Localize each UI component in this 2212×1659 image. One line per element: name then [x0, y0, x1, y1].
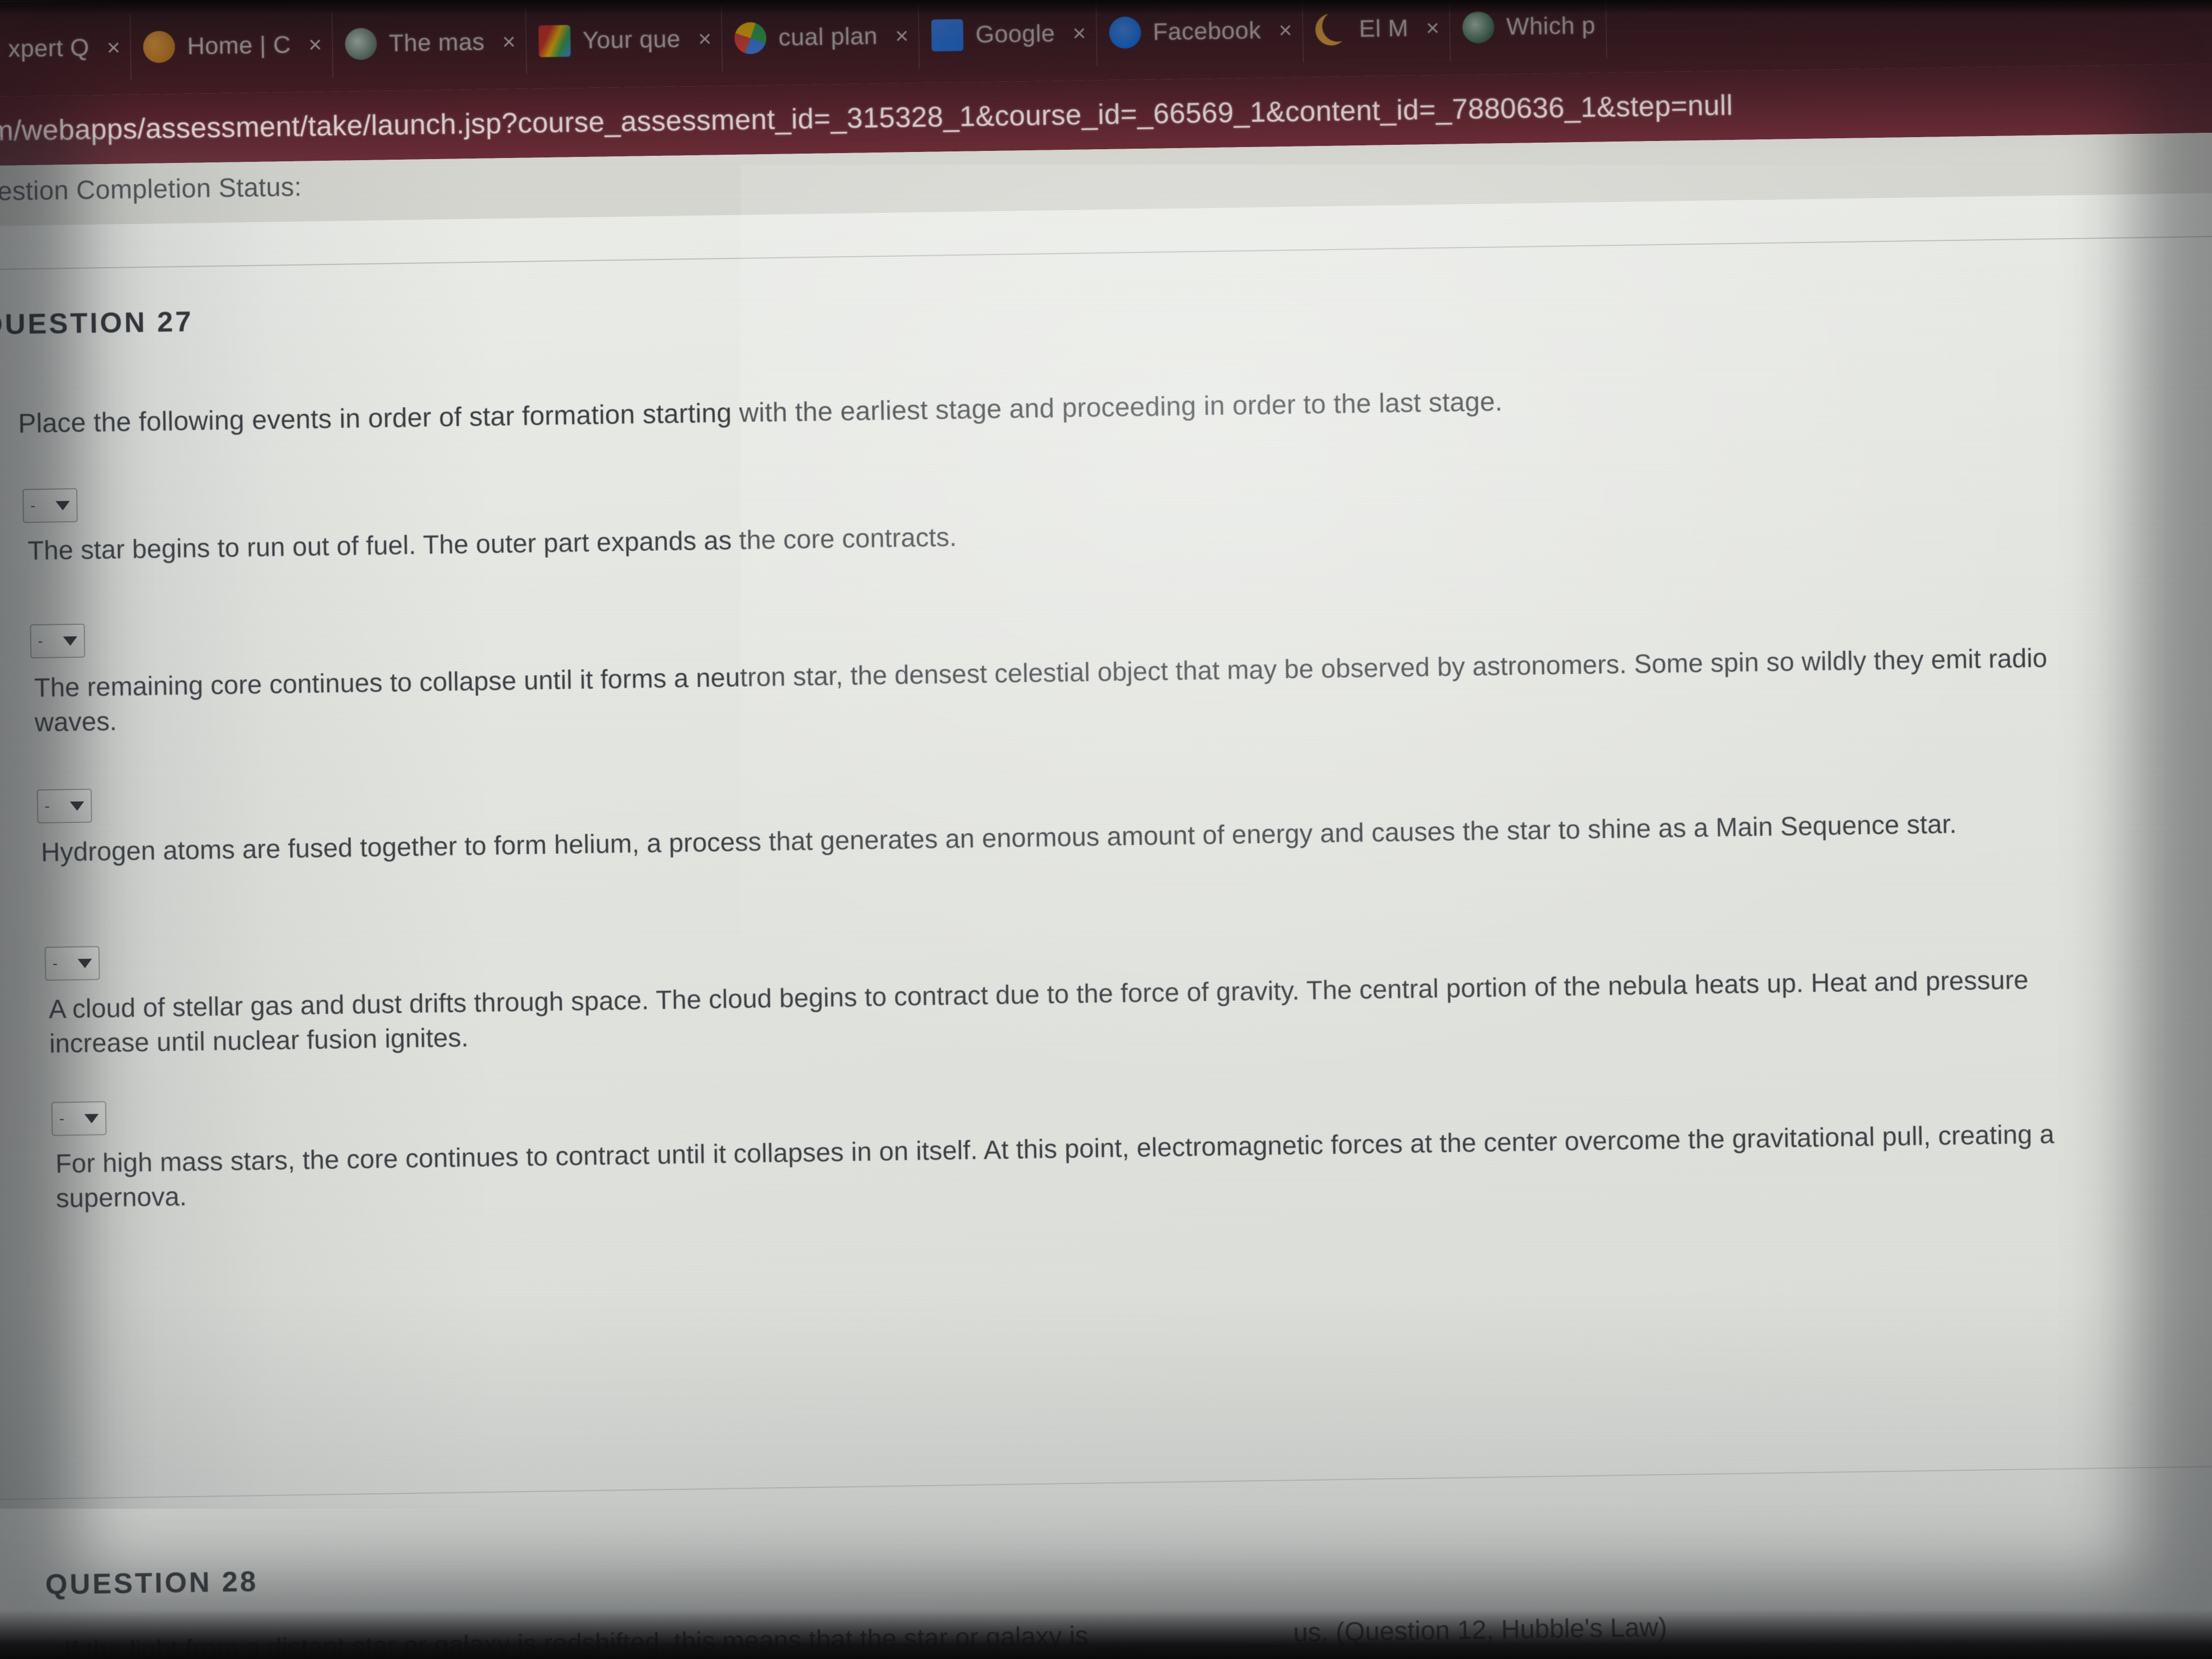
order-select-2[interactable]: -: [30, 623, 86, 659]
close-icon[interactable]: ×: [1278, 17, 1292, 43]
tab-title: The mas: [388, 28, 485, 57]
tab-title: El M: [1358, 14, 1409, 43]
browser-tab-6[interactable]: Facebook ×: [1096, 0, 1304, 66]
question-28-prompt-before-blank: If the light from a distant star or gala…: [63, 1621, 1089, 1659]
close-icon[interactable]: ×: [895, 22, 909, 48]
question-28-prompt-after-blank: us. (Question 12, Hubble's Law): [1293, 1613, 1668, 1648]
tab-title: Your que: [582, 25, 681, 54]
tab-title: xpert Q: [8, 34, 90, 63]
chevron-down-icon: [84, 1113, 99, 1124]
chevron-down-icon: [70, 801, 84, 811]
order-select-1-value: -: [30, 496, 36, 515]
order-select-4[interactable]: -: [44, 946, 100, 981]
tab-title: Facebook: [1153, 16, 1262, 46]
order-select-5-value: -: [59, 1110, 65, 1127]
question-completion-status-label: Question Completion Status:: [0, 172, 302, 207]
close-icon[interactable]: ×: [698, 26, 712, 52]
question-27-prompt: Place the following events in order of s…: [18, 387, 1503, 439]
browser-window: xpert Q × Home | C × The mas × Your que …: [0, 0, 2212, 1659]
divider: [0, 235, 2212, 271]
address-bar-url: com/webapps/assessment/take/launch.jsp?c…: [0, 89, 1734, 148]
order-select-4-value: -: [52, 955, 58, 972]
browser-tab-8[interactable]: Which p: [1449, 0, 1607, 61]
order-statement-3: Hydrogen atoms are fused together to for…: [41, 810, 1957, 867]
which-favicon: [1462, 11, 1495, 44]
close-icon[interactable]: ×: [1426, 15, 1440, 41]
question-28-prompt: If the light from a distant star or gala…: [64, 1607, 2039, 1659]
chegg-favicon: [143, 31, 176, 63]
tab-title: Home | C: [187, 31, 291, 60]
browser-tab-2[interactable]: The mas ×: [332, 8, 527, 77]
browser-tab-0[interactable]: xpert Q ×: [0, 14, 132, 83]
close-icon[interactable]: ×: [502, 29, 516, 54]
facebook-favicon: [1109, 16, 1141, 49]
photo-of-screen: xpert Q × Home | C × The mas × Your que …: [0, 0, 2212, 1659]
order-statement-5: For high mass stars, the core continues …: [55, 1120, 2055, 1214]
close-icon[interactable]: ×: [1073, 20, 1086, 46]
browser-tab-3[interactable]: Your que ×: [526, 5, 723, 75]
close-icon[interactable]: ×: [106, 35, 120, 60]
browser-tab-5[interactable]: Google ×: [919, 0, 1098, 69]
order-select-3-value: -: [44, 797, 50, 815]
gmail-favicon: [538, 25, 571, 58]
divider: [0, 1465, 2212, 1500]
close-icon[interactable]: ×: [308, 31, 322, 57]
tab-title: cual plan: [778, 22, 878, 51]
order-select-1[interactable]: -: [22, 488, 78, 523]
browser-tab-1[interactable]: Home | C ×: [131, 11, 334, 81]
themass-favicon: [345, 27, 377, 60]
chevron-down-icon: [55, 500, 70, 510]
question-27-heading: QUESTION 27: [0, 306, 194, 341]
order-statement-1: The star begins to run out of fuel. The …: [27, 523, 957, 566]
tab-title: Google: [975, 20, 1056, 48]
order-select-5[interactable]: -: [51, 1101, 107, 1136]
question-28-blank[interactable]: ______________: [1088, 1618, 1293, 1651]
order-statement-4: A cloud of stellar gas and dust drifts t…: [48, 966, 2029, 1059]
order-statement-2: The remaining core continues to collapse…: [33, 644, 2048, 738]
assessment-body: QUESTION 27 Place the following events i…: [0, 193, 2212, 1659]
google-docs-favicon: [931, 19, 964, 52]
page-content: Question Completion Status: QUESTION 27 …: [0, 132, 2212, 1659]
browser-tab-7[interactable]: El M ×: [1302, 0, 1451, 63]
chevron-down-icon: [77, 958, 92, 968]
order-select-3[interactable]: -: [37, 788, 92, 823]
question-28-heading: QUESTION 28: [45, 1566, 258, 1601]
chevron-down-icon: [63, 636, 78, 646]
google-favicon: [734, 22, 767, 54]
moon-favicon: [1314, 13, 1347, 46]
order-select-2-value: -: [37, 632, 43, 650]
browser-tab-4[interactable]: cual plan ×: [722, 2, 921, 72]
tab-title: Which p: [1506, 12, 1596, 41]
